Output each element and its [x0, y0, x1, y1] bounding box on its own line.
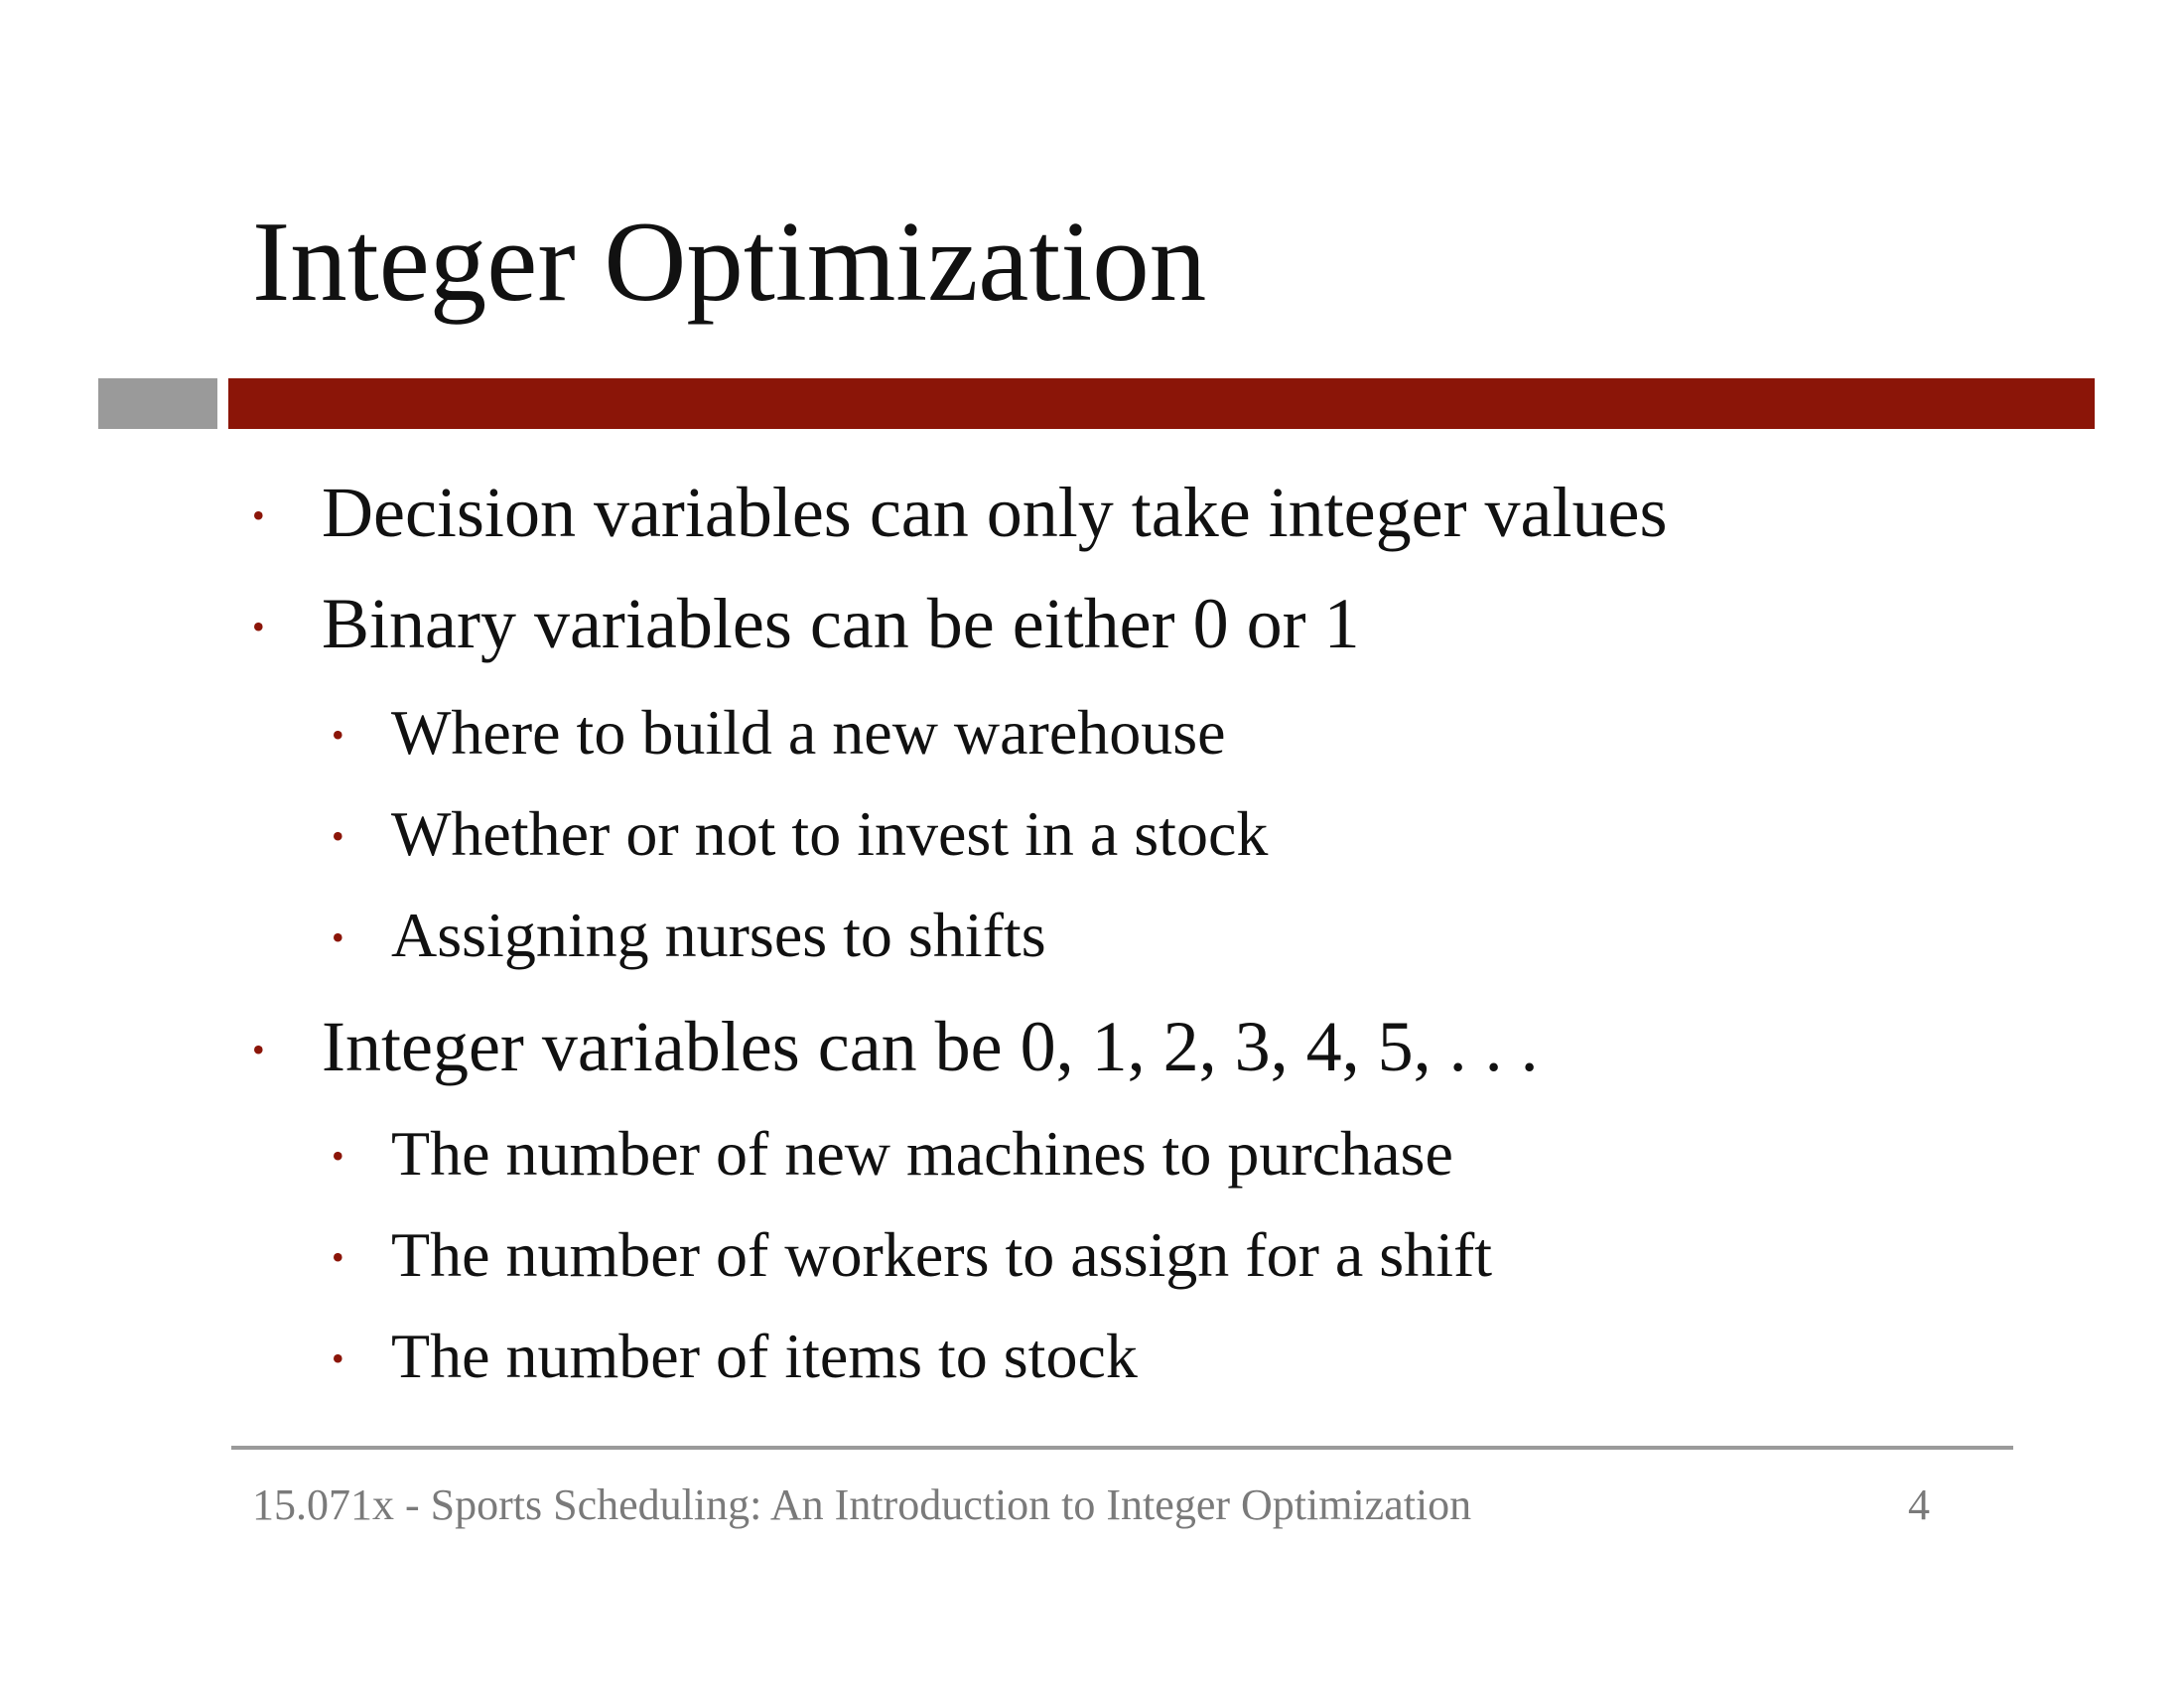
bullet-dot-icon: •	[332, 1338, 344, 1379]
bullet-dot-icon: •	[252, 1030, 265, 1070]
bullet-dot-icon: •	[332, 917, 344, 958]
bullet-dot-icon: •	[332, 715, 344, 756]
bullet-item: • Binary variables can be either 0 or 1	[252, 588, 1360, 659]
title-accent-bar-red	[228, 378, 2095, 429]
sub-bullet-text: The number of new machines to purchase	[391, 1118, 1453, 1189]
page-number: 4	[1908, 1480, 1930, 1529]
bullet-dot-icon: •	[252, 495, 265, 536]
bullet-item: • Integer variables can be 0, 1, 2, 3, 4,…	[252, 1011, 1539, 1082]
bullet-item: • Decision variables can only take intege…	[252, 477, 1667, 548]
footer-divider	[231, 1446, 2013, 1450]
bullet-text: Integer variables can be 0, 1, 2, 3, 4, …	[322, 1007, 1539, 1086]
bullet-dot-icon: •	[252, 607, 265, 647]
sub-bullet-text: Whether or not to invest in a stock	[391, 798, 1269, 869]
bullet-text: Binary variables can be either 0 or 1	[322, 584, 1360, 663]
sub-bullet-item: • Where to build a new warehouse	[332, 701, 1226, 765]
sub-bullet-item: • Assigning nurses to shifts	[332, 904, 1046, 967]
footer-course-title: 15.071x - Sports Scheduling: An Introduc…	[252, 1480, 1472, 1529]
sub-bullet-text: Assigning nurses to shifts	[391, 900, 1046, 970]
sub-bullet-item: • The number of new machines to purchase	[332, 1122, 1453, 1186]
slide-title: Integer Optimization	[252, 199, 1207, 325]
sub-bullet-text: The number of items to stock	[391, 1321, 1138, 1391]
bullet-dot-icon: •	[332, 1237, 344, 1278]
sub-bullet-item: • Whether or not to invest in a stock	[332, 802, 1268, 866]
title-accent-bar-gray	[98, 378, 217, 429]
bullet-dot-icon: •	[332, 816, 344, 857]
sub-bullet-text: The number of workers to assign for a sh…	[391, 1219, 1493, 1290]
sub-bullet-item: • The number of items to stock	[332, 1325, 1138, 1388]
sub-bullet-text: Where to build a new warehouse	[391, 697, 1226, 768]
bullet-dot-icon: •	[332, 1136, 344, 1177]
bullet-text: Decision variables can only take integer…	[322, 473, 1668, 552]
sub-bullet-item: • The number of workers to assign for a s…	[332, 1223, 1492, 1287]
